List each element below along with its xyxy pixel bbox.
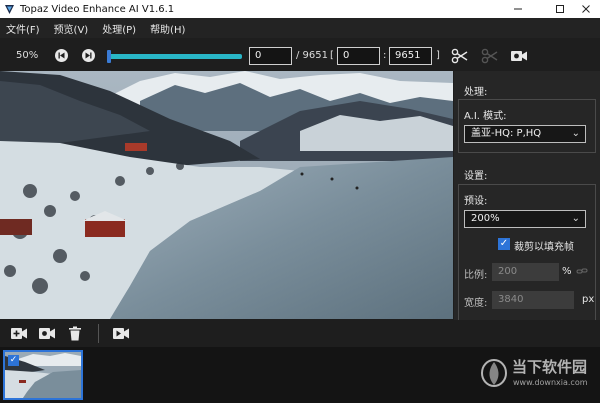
video-frame-image	[0, 71, 453, 319]
timeline-slider[interactable]	[107, 50, 242, 63]
next-frame-icon	[85, 52, 92, 59]
bottom-toolbar	[0, 320, 600, 347]
scale-input[interactable]: 200	[492, 263, 559, 281]
link-icon[interactable]	[576, 265, 588, 277]
scale-unit: %	[562, 266, 572, 277]
current-frame-input[interactable]: 0	[249, 47, 292, 65]
chevron-down-icon: ⌄	[571, 128, 580, 139]
total-frames: / 9651	[296, 50, 328, 61]
preset-value: 200%	[471, 213, 500, 224]
crop-to-fill-label: 裁剪以填充帧	[514, 242, 574, 253]
processing-title: 处理:	[464, 87, 488, 98]
cut-icon[interactable]	[451, 48, 469, 64]
width-label: 宽度:	[464, 298, 488, 309]
range-close-bracket: ]	[436, 50, 440, 61]
timeline-handle[interactable]	[107, 50, 111, 63]
width-unit: px	[582, 294, 595, 305]
next-frame-button[interactable]	[82, 49, 95, 62]
filmstrip: ✓ 当下软件园 www.downxia.com	[0, 347, 600, 403]
video-thumbnail[interactable]: ✓	[3, 350, 83, 400]
maximize-button[interactable]	[546, 0, 574, 18]
menu-bar: 文件(F) 预览(V) 处理(P) 帮助(H)	[0, 18, 600, 38]
ai-model-label: A.I. 模式:	[464, 111, 507, 122]
zoom-level[interactable]: 50%	[16, 50, 38, 61]
thumbnail-selected-checkbox[interactable]: ✓	[8, 355, 19, 366]
ai-model-select[interactable]: 盖亚-HQ: P,HQ ⌄	[464, 125, 586, 143]
minimize-button[interactable]	[504, 0, 532, 18]
scale-label: 比例:	[464, 270, 488, 281]
app-window: Topaz Video Enhance AI V1.6.1 文件(F) 预览(V…	[0, 0, 600, 403]
preset-label: 预设:	[464, 196, 488, 207]
menu-file[interactable]: 文件(F)	[6, 21, 40, 36]
settings-title: 设置:	[464, 171, 488, 182]
preview-camera-icon[interactable]	[510, 48, 528, 64]
preset-select[interactable]: 200% ⌄	[464, 210, 586, 228]
close-icon	[582, 5, 590, 13]
crop-to-fill-checkbox[interactable]: ✓	[498, 238, 510, 250]
maximize-icon	[556, 5, 564, 13]
range-end-input[interactable]: 9651	[389, 47, 432, 65]
cut-disabled-icon	[481, 48, 498, 64]
video-settings-icon[interactable]	[38, 326, 56, 341]
watermark-url: www.downxia.com	[513, 378, 588, 387]
delete-icon[interactable]	[68, 326, 82, 341]
video-preview[interactable]	[0, 71, 453, 319]
ai-model-value: 盖亚-HQ: P,HQ	[471, 128, 542, 139]
toolbar: 50% 0 / 9651 [ 0 : 9651 ]	[0, 40, 600, 70]
menu-process[interactable]: 处理(P)	[102, 21, 136, 36]
previous-frame-button[interactable]	[55, 49, 68, 62]
watermark-icon	[481, 359, 507, 387]
width-input[interactable]: 3840	[492, 291, 574, 309]
range-start-input[interactable]: 0	[337, 47, 380, 65]
toolbar-divider	[98, 324, 99, 343]
ai-model-group: A.I. 模式: 盖亚-HQ: P,HQ ⌄	[458, 99, 596, 153]
settings-panel: 处理: A.I. 模式: 盖亚-HQ: P,HQ ⌄ 设置: 预设: 200% …	[454, 71, 600, 322]
window-title: Topaz Video Enhance AI V1.6.1	[20, 3, 175, 15]
chevron-down-icon: ⌄	[571, 213, 580, 224]
previous-frame-icon	[58, 52, 65, 59]
app-logo-icon	[5, 4, 14, 14]
watermark-title: 当下软件园	[512, 358, 588, 376]
add-video-icon[interactable]	[10, 326, 28, 341]
menu-preview[interactable]: 预览(V)	[54, 21, 89, 36]
close-button[interactable]	[572, 0, 600, 18]
range-open-bracket: [	[330, 50, 334, 61]
title-bar: Topaz Video Enhance AI V1.6.1	[0, 0, 600, 18]
minimize-icon	[514, 8, 522, 10]
menu-help[interactable]: 帮助(H)	[150, 21, 185, 36]
watermark-logo: 当下软件园 www.downxia.com	[480, 354, 590, 394]
range-separator: :	[383, 50, 387, 61]
export-video-icon[interactable]	[112, 326, 130, 341]
